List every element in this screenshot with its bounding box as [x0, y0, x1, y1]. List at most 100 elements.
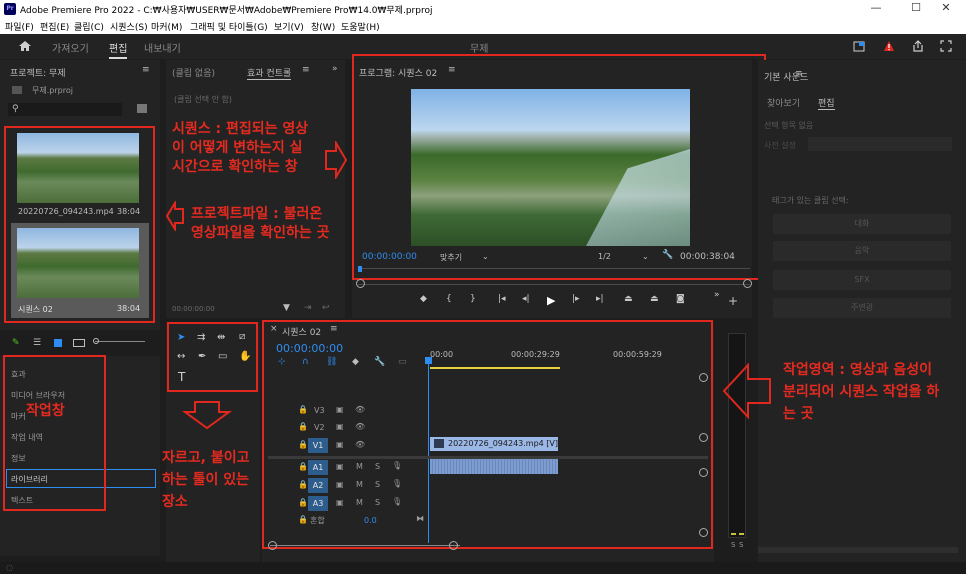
sync-icon[interactable]: ▣	[336, 405, 344, 414]
lift-icon[interactable]: ⏏	[624, 294, 633, 304]
mute-button[interactable]: M	[356, 480, 363, 489]
add-marker-icon[interactable]: ◆	[420, 294, 427, 304]
panel-menu-icon[interactable]: ≡	[795, 69, 803, 79]
timeline-timecode[interactable]: 00:00:00:00	[276, 342, 343, 355]
panel-menu-icon[interactable]: ≡	[330, 324, 338, 334]
lock-icon[interactable]: 🔒	[298, 498, 308, 507]
lock-icon[interactable]: 🔒	[298, 422, 308, 431]
menu-graphics[interactable]: 그래픽 및 타이틀(G)	[190, 20, 268, 33]
mix-value[interactable]: 0.0	[364, 516, 377, 525]
track-label-v1[interactable]: V1	[308, 438, 328, 453]
pencil-icon[interactable]: ✎	[12, 338, 20, 348]
solo-button[interactable]: S	[375, 498, 380, 507]
rectangle-tool-icon[interactable]: ▭	[218, 351, 227, 362]
program-scrollbar[interactable]	[358, 284, 750, 285]
hscroll-left[interactable]	[268, 541, 277, 550]
work-area-bar[interactable]	[430, 367, 560, 369]
menu-clip[interactable]: 클립(C)	[74, 20, 104, 33]
clip-thumbnail[interactable]	[17, 133, 139, 203]
hscroll-right[interactable]	[449, 541, 458, 550]
hand-tool-icon[interactable]: ✋	[239, 351, 251, 362]
menu-file[interactable]: 파일(F)	[5, 20, 34, 33]
sync-icon[interactable]: ▣	[336, 498, 344, 507]
solo-button[interactable]: S	[375, 462, 380, 471]
zoom-slider-handle[interactable]	[93, 338, 99, 344]
mic-icon[interactable]: 🎙	[392, 497, 402, 506]
list-view-icon[interactable]: ☰	[33, 338, 41, 348]
sync-icon[interactable]: ▣	[336, 422, 344, 431]
add-marker-icon[interactable]: ◆	[352, 357, 359, 367]
track-label-a1[interactable]: A1	[308, 460, 328, 475]
go-to-out-icon[interactable]: ▸|	[596, 294, 604, 304]
zoom-slider[interactable]	[95, 341, 145, 342]
tab-browse[interactable]: 찾아보기	[767, 96, 800, 109]
eye-icon[interactable]: 👁	[355, 422, 365, 431]
sequence-thumbnail[interactable]	[17, 228, 139, 298]
selection-tool-icon[interactable]: ➤	[177, 332, 185, 343]
scroll-handle-top[interactable]	[699, 373, 708, 382]
project-search-input[interactable]	[8, 103, 122, 116]
audio-clip[interactable]	[430, 459, 558, 474]
sync-icon[interactable]: ▣	[336, 462, 344, 471]
mute-button[interactable]: M	[356, 498, 363, 507]
program-video-frame[interactable]	[411, 89, 690, 246]
razor-tool-icon[interactable]: ⧄	[239, 331, 245, 342]
minimize-button[interactable]: —	[856, 1, 896, 14]
linked-selection-icon[interactable]: ⛓	[326, 357, 337, 367]
resolution-dropdown[interactable]: 1/2	[598, 252, 611, 261]
icon-view-icon[interactable]	[54, 339, 62, 347]
tab-edit[interactable]: 편집	[109, 40, 128, 59]
panel-menu-icon[interactable]: ≡	[142, 65, 150, 75]
scroll-handle-mid2[interactable]	[699, 468, 708, 477]
playhead-marker[interactable]	[358, 266, 362, 272]
mark-in-icon[interactable]: {	[446, 294, 452, 304]
timeline-h-scrollbar[interactable]	[270, 545, 460, 546]
video-clip[interactable]: 20220726_094243.mp4 [V]	[430, 437, 558, 451]
mix-end-icon[interactable]: ⧓	[416, 514, 424, 523]
menu-window[interactable]: 창(W)	[311, 20, 335, 33]
panel-menu-icon[interactable]: ≡	[302, 65, 310, 75]
fit-dropdown[interactable]: 맞추기	[440, 252, 462, 263]
close-icon[interactable]: ×	[270, 324, 278, 334]
slip-tool-icon[interactable]: ↔	[177, 351, 185, 362]
captions-icon[interactable]: ▭	[398, 357, 407, 367]
track-label-a2[interactable]: A2	[308, 478, 328, 493]
return-icon[interactable]: ↩	[322, 303, 330, 313]
meter-solo-left[interactable]: S	[731, 541, 735, 549]
scroll-handle-mid[interactable]	[699, 433, 708, 442]
more-buttons-icon[interactable]: »	[714, 290, 720, 300]
menu-sequence[interactable]: 시퀀스(S)	[110, 20, 148, 33]
fullscreen-icon[interactable]	[940, 40, 952, 52]
scroll-handle-bottom[interactable]	[699, 528, 708, 537]
mute-button[interactable]: M	[356, 462, 363, 471]
workspaces-icon[interactable]	[853, 41, 865, 52]
freeform-view-icon[interactable]	[73, 339, 85, 347]
menu-help[interactable]: 도움말(H)	[341, 20, 380, 33]
go-to-in-icon[interactable]: |◂	[498, 294, 506, 304]
type-tool-icon[interactable]: T	[178, 370, 185, 384]
menu-marker[interactable]: 마커(M)	[151, 20, 182, 33]
timeline-playhead[interactable]	[428, 357, 429, 543]
home-icon[interactable]	[18, 40, 32, 52]
add-button-icon[interactable]: +	[728, 294, 738, 308]
sync-icon[interactable]: ▣	[336, 440, 344, 449]
ripple-edit-icon[interactable]: ⇹	[217, 332, 225, 343]
scroll-handle-right[interactable]	[743, 279, 752, 288]
step-back-icon[interactable]: ◂|	[522, 294, 530, 304]
track-select-icon[interactable]: ⇉	[197, 332, 205, 343]
sound-scrollbar[interactable]	[758, 547, 958, 553]
music-button[interactable]: 음악	[773, 241, 951, 261]
step-forward-icon[interactable]: |▸	[572, 294, 580, 304]
tab-edit-sound[interactable]: 편집	[818, 96, 835, 110]
ambience-button[interactable]: 주변광	[773, 298, 951, 318]
lock-icon[interactable]: 🔒	[298, 405, 308, 414]
eye-icon[interactable]: 👁	[355, 440, 365, 449]
lock-icon[interactable]: 🔒	[298, 440, 308, 449]
solo-button[interactable]: S	[375, 480, 380, 489]
nest-icon[interactable]: ⊹	[278, 357, 286, 367]
mic-icon[interactable]: 🎙	[392, 479, 402, 488]
lock-icon[interactable]: 🔒	[298, 515, 308, 524]
program-ruler[interactable]	[358, 268, 750, 269]
expand-icon[interactable]: »	[332, 64, 338, 74]
program-timecode[interactable]: 00:00:00:00	[362, 252, 417, 262]
